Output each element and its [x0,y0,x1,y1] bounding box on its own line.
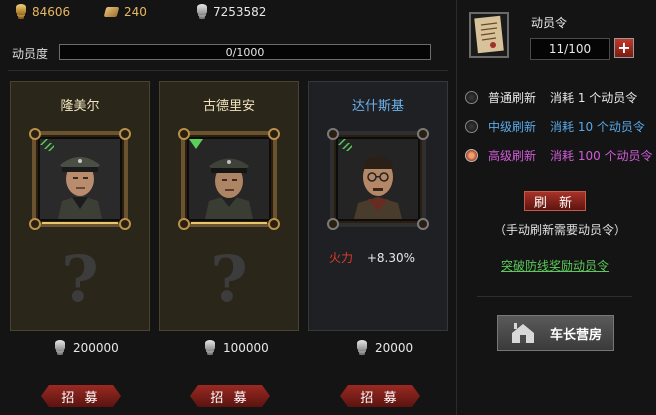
officer-name: 古德里安 [202,99,255,114]
add-order-button[interactable]: + [614,38,634,58]
option-cost: 消耗 10 个动员令 [550,120,645,134]
recruit-button[interactable]: 招 募 [41,385,121,407]
frame-corner-icon [417,128,429,140]
silver-coin-icon [197,3,207,15]
recruit-button[interactable]: 招 募 [190,385,270,407]
recruit-price: 20000 [357,339,414,355]
radio-button[interactable] [465,91,478,104]
gold-coin-icon [16,3,26,15]
option-name: 中级刷新 [488,120,537,134]
rank-chevron-icon [338,139,352,151]
unknown-skill-icon: ? [61,242,99,317]
stat-value: +8.30% [366,251,416,265]
frame-corner-icon [29,218,41,230]
officer-portrait-image [189,139,269,219]
refresh-option-normal[interactable]: 普通刷新 消耗 1 个动员令 [465,89,637,106]
officer-card-rommel[interactable]: 隆美尔 ? [10,81,150,331]
radio-button-selected[interactable] [465,149,478,162]
officer-portrait-image [40,139,120,219]
silver-resource: 7253582 [197,3,267,19]
gold-resource: 84606 [16,3,71,19]
frame-corner-icon [327,218,339,230]
officer-portrait-image [338,139,418,219]
barracks-button[interactable]: 车长营房 [497,315,614,351]
frame-stripe [191,222,267,224]
mobilization-label: 动员度 [12,47,49,61]
silver-coin-icon [205,339,215,351]
frame-stripe [42,222,118,224]
frame-corner-icon [119,128,131,140]
barracks-label: 车长营房 [550,327,603,343]
option-name: 高级刷新 [488,149,537,163]
silver-coin-icon [357,339,367,351]
price-value: 100000 [223,341,269,355]
scroll-amount: 240 [124,5,147,19]
mobilization-progress-text: 0/1000 [225,45,265,59]
stat-label: 火力 [329,251,354,265]
unknown-skill-icon: ? [210,242,248,317]
document-icon [474,15,504,54]
barracks-icon [512,323,534,343]
refresh-option-medium[interactable]: 中级刷新 消耗 10 个动员令 [465,118,645,135]
refresh-note: （手动刷新需要动员令） [494,223,627,237]
gold-amount: 84606 [32,5,71,19]
officer-portrait [178,128,280,230]
refresh-option-advanced[interactable]: 高级刷新 消耗 100 个动员令 [465,147,653,164]
officer-portrait [29,128,131,230]
frame-corner-icon [119,218,131,230]
radio-button[interactable] [465,120,478,133]
price-value: 200000 [73,341,119,355]
mobilization-order-count: 11/100 [530,38,610,60]
officer-card-dashisiji[interactable]: 达什斯基 火力 +8.30% [308,81,448,331]
recruit-button[interactable]: 招 募 [340,385,420,407]
officer-name: 达什斯基 [351,99,404,114]
option-cost: 消耗 100 个动员令 [550,149,653,163]
mobilization-progress-bar: 0/1000 [59,44,431,60]
breakthrough-reward-link[interactable]: 突破防线奖励动员令 [501,257,609,274]
price-value: 20000 [375,341,414,355]
recruit-price: 100000 [205,339,269,355]
scroll-icon [103,7,120,17]
recruit-price: 200000 [55,339,119,355]
option-cost: 消耗 1 个动员令 [550,91,638,105]
rank-chevron-icon [40,139,54,151]
rank-triangle-icon [189,139,203,149]
frame-corner-icon [178,218,190,230]
officer-name: 隆美尔 [60,99,100,114]
frame-corner-icon [417,218,429,230]
divider [8,70,448,71]
officer-card-guderian[interactable]: 古德里安 ? [159,81,299,331]
divider [477,296,632,297]
panel-divider [456,0,457,415]
scroll-resource: 240 [103,5,147,19]
frame-corner-icon [268,218,280,230]
officer-stat: 火力 +8.30% [329,249,415,266]
frame-corner-icon [268,128,280,140]
silver-coin-icon [55,339,65,351]
mobilization-order-title: 动员令 [531,16,568,30]
option-name: 普通刷新 [488,91,537,105]
officer-portrait [327,128,429,230]
refresh-button[interactable]: 刷 新 [524,191,586,211]
mobilization-order-icon [469,12,509,58]
silver-amount: 7253582 [213,5,267,19]
